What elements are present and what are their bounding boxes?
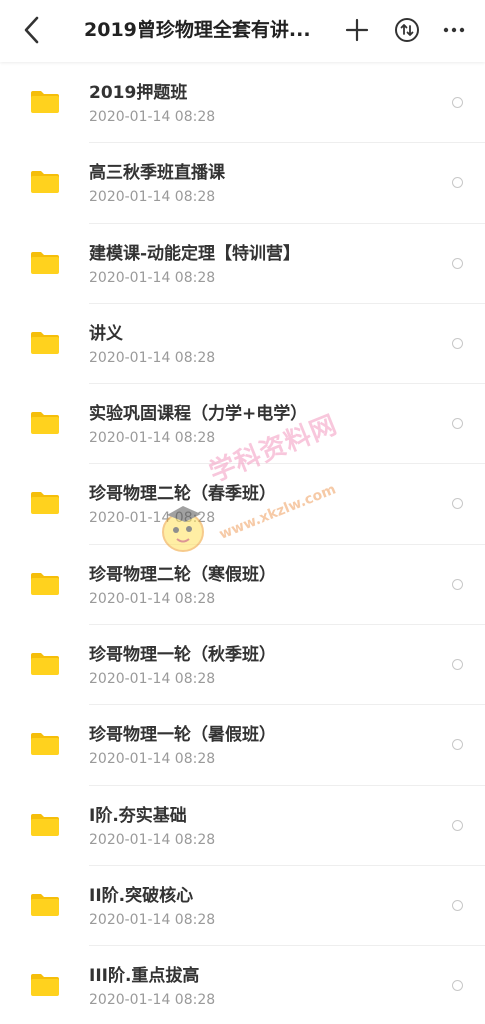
folder-date: 2020-01-14 08:28 [89, 189, 216, 206]
chevron-left-icon [24, 16, 39, 44]
folder-name: I阶.夯实基础 [89, 805, 187, 826]
folder-icon [31, 813, 59, 836]
folder-row[interactable]: I阶.夯实基础 2020-01-14 08:28 [0, 786, 485, 866]
folder-row[interactable]: 珍哥物理二轮（春季班） 2020-01-14 08:28 [0, 464, 485, 545]
folder-date: 2020-01-14 08:28 [89, 911, 216, 928]
folder-date: 2020-01-14 08:28 [89, 831, 216, 848]
folder-date: 2020-01-14 08:28 [89, 269, 216, 286]
folder-icon [31, 91, 59, 113]
folder-name: III阶.重点拔高 [89, 966, 200, 987]
folder-row[interactable]: 讲义 2020-01-14 08:28 [0, 304, 485, 385]
folder-name: 珍哥物理二轮（寒假班） [89, 564, 276, 585]
folder-row[interactable]: 实验巩固课程（力学+电学） 2020-01-14 08:28 [0, 384, 485, 465]
folder-name: 建模课-动能定理【特训营】 [89, 243, 301, 264]
folder-name: 珍哥物理二轮（春季班） [89, 484, 276, 505]
more-horizontal-icon [443, 27, 465, 33]
select-radio[interactable] [452, 97, 463, 108]
folder-date: 2020-01-14 08:28 [89, 430, 216, 447]
folder-icon [31, 492, 59, 515]
folder-row[interactable]: 2019押题班 2020-01-14 08:28 [0, 63, 485, 144]
folder-name: II阶.突破核心 [89, 885, 194, 906]
folder-name: 2019押题班 [89, 83, 188, 103]
folder-date: 2020-01-14 08:28 [89, 590, 216, 607]
more-button[interactable] [436, 12, 472, 48]
select-radio[interactable] [452, 819, 463, 831]
folder-name: 高三秋季班直播课 [89, 163, 225, 184]
file-browser-screen: 2019曾珍物理全套有讲... 2019押题班 2020-01-14 08:28 高… [0, 0, 485, 1024]
folder-icon [31, 572, 59, 595]
folder-row[interactable]: 珍哥物理一轮（暑假班） 2020-01-14 08:28 [0, 705, 485, 786]
top-bar: 2019曾珍物理全套有讲... [0, 0, 485, 62]
select-radio[interactable] [452, 257, 463, 269]
select-radio[interactable] [452, 418, 463, 430]
sort-button[interactable] [389, 12, 425, 48]
folder-row[interactable]: 珍哥物理一轮（秋季班） 2020-01-14 08:28 [0, 625, 485, 706]
add-button[interactable] [339, 12, 375, 48]
folder-date: 2020-01-14 08:28 [89, 751, 216, 768]
folder-row[interactable]: 珍哥物理二轮（寒假班） 2020-01-14 08:28 [0, 545, 485, 626]
folder-icon [31, 733, 59, 756]
folder-date: 2020-01-14 08:28 [89, 349, 216, 366]
folder-row[interactable]: III阶.重点拔高 2020-01-14 08:28 [0, 946, 485, 1024]
plus-icon [345, 18, 369, 42]
folder-name: 珍哥物理一轮（秋季班） [89, 645, 276, 666]
select-radio[interactable] [452, 659, 463, 671]
folder-icon [31, 412, 59, 435]
select-radio[interactable] [452, 578, 463, 590]
folder-name: 实验巩固课程（力学+电学） [89, 404, 308, 425]
select-radio[interactable] [452, 899, 463, 911]
sort-icon [395, 18, 419, 42]
back-button[interactable] [14, 12, 50, 48]
file-list: 2019押题班 2020-01-14 08:28 高三秋季班直播课 2020-01-1… [0, 63, 485, 1024]
select-radio[interactable] [452, 498, 463, 510]
select-radio[interactable] [452, 980, 463, 992]
page-title: 2019曾珍物理全套有讲... [84, 19, 311, 41]
folder-row[interactable]: II阶.突破核心 2020-01-14 08:28 [0, 866, 485, 947]
folder-icon [31, 653, 59, 676]
select-radio[interactable] [452, 337, 463, 349]
folder-icon [31, 974, 59, 997]
folder-icon [31, 251, 59, 274]
folder-name: 讲义 [89, 323, 123, 344]
folder-date: 2020-01-14 08:28 [89, 510, 216, 527]
folder-date: 2020-01-14 08:28 [89, 992, 216, 1009]
folder-icon [31, 171, 59, 194]
folder-row[interactable]: 建模课-动能定理【特训营】 2020-01-14 08:28 [0, 224, 485, 304]
select-radio[interactable] [452, 177, 463, 189]
folder-date: 2020-01-14 08:28 [89, 109, 216, 125]
folder-name: 珍哥物理一轮（暑假班） [89, 725, 276, 746]
folder-date: 2020-01-14 08:28 [89, 671, 216, 688]
folder-icon [31, 893, 59, 916]
folder-row[interactable]: 高三秋季班直播课 2020-01-14 08:28 [0, 143, 485, 224]
folder-icon [31, 331, 59, 354]
select-radio[interactable] [452, 739, 463, 751]
